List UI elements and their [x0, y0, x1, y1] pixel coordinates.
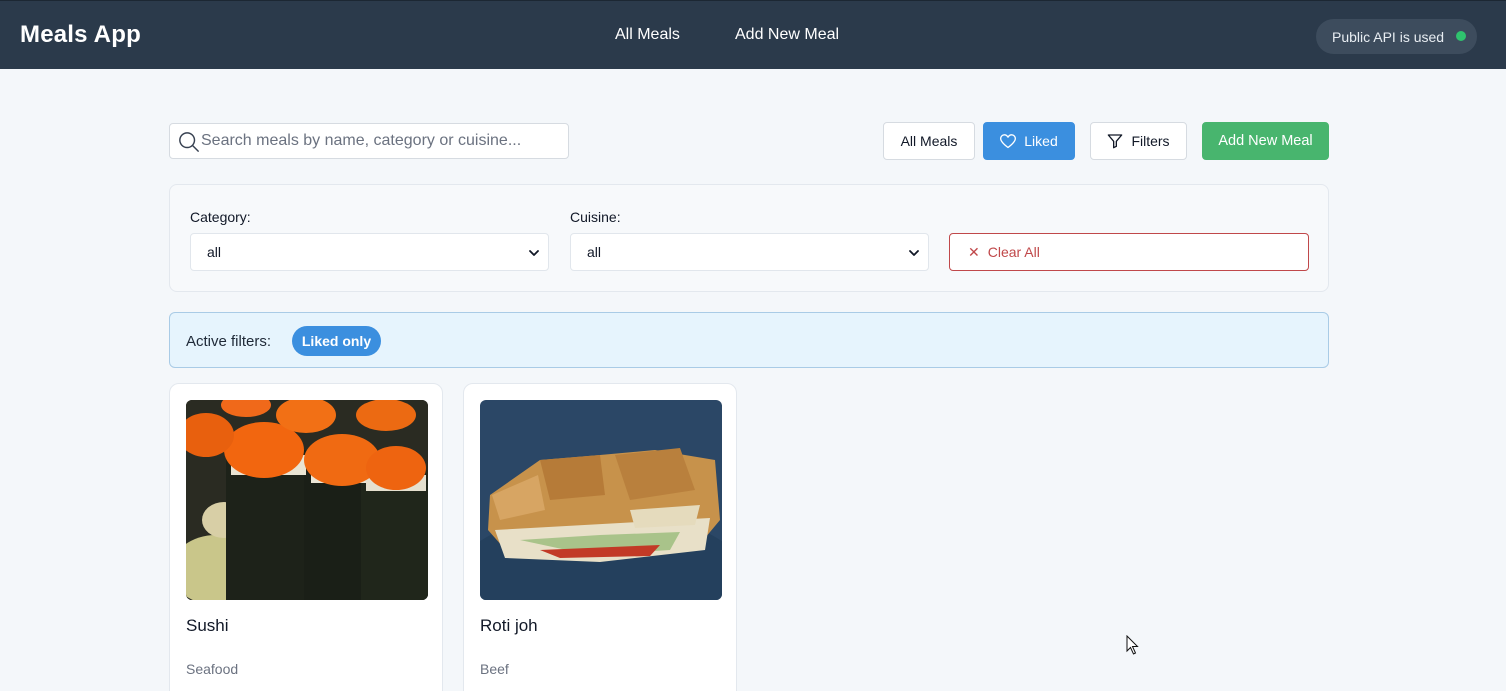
search-icon: [179, 132, 199, 152]
filters-button[interactable]: Filters: [1090, 122, 1187, 160]
liked-button[interactable]: Liked: [983, 122, 1075, 160]
all-meals-button-label: All Meals: [900, 133, 958, 149]
cuisine-select[interactable]: all: [570, 233, 929, 271]
add-new-meal-button[interactable]: Add New Meal: [1202, 122, 1329, 160]
all-meals-button[interactable]: All Meals: [883, 122, 975, 160]
meal-name: Sushi: [186, 616, 229, 635]
liked-button-label: Liked: [1024, 133, 1058, 149]
meal-image: [186, 400, 428, 600]
meal-card[interactable]: Roti joh Beef: [463, 383, 737, 691]
active-filters-label: Active filters:: [186, 333, 272, 350]
api-status-badge: Public API is used: [1316, 19, 1477, 54]
category-select[interactable]: all: [190, 233, 549, 271]
meal-image: [480, 400, 722, 600]
nav-all-meals[interactable]: All Meals: [615, 26, 680, 44]
category-label: Category:: [190, 209, 251, 225]
api-status-text: Public API is used: [1332, 28, 1445, 45]
filters-button-label: Filters: [1131, 133, 1170, 149]
search-input[interactable]: [201, 124, 561, 158]
heart-icon: [1000, 133, 1017, 149]
filter-chip-liked-only[interactable]: Liked only: [292, 326, 381, 356]
app-brand[interactable]: Meals App: [20, 21, 141, 49]
nav-add-new-meal[interactable]: Add New Meal: [735, 26, 839, 44]
mouse-cursor-icon: [1126, 635, 1139, 655]
clear-all-button[interactable]: ✕ Clear All: [949, 233, 1309, 271]
filter-panel: Category: all Cuisine: all ✕ Clear All: [169, 184, 1329, 292]
search-box[interactable]: [169, 123, 569, 159]
filter-icon: [1107, 133, 1123, 149]
top-navbar: Meals App All Meals Add New Meal Public …: [0, 0, 1506, 69]
meal-card[interactable]: Sushi Seafood: [169, 383, 443, 691]
meal-category: Seafood: [186, 661, 239, 677]
chevron-down-icon: [529, 250, 539, 256]
meal-name: Roti joh: [480, 616, 538, 635]
category-select-value: all: [207, 244, 222, 260]
clear-all-button-label: Clear All: [987, 244, 1040, 260]
active-filters-bar: Active filters: Liked only: [169, 312, 1329, 368]
add-new-meal-button-label: Add New Meal: [1218, 133, 1313, 149]
close-icon: ✕: [968, 243, 980, 260]
cuisine-label: Cuisine:: [570, 209, 621, 225]
meal-category: Beef: [480, 661, 509, 677]
chevron-down-icon: [909, 250, 919, 256]
status-dot-icon: [1456, 31, 1466, 41]
cuisine-select-value: all: [587, 244, 602, 260]
